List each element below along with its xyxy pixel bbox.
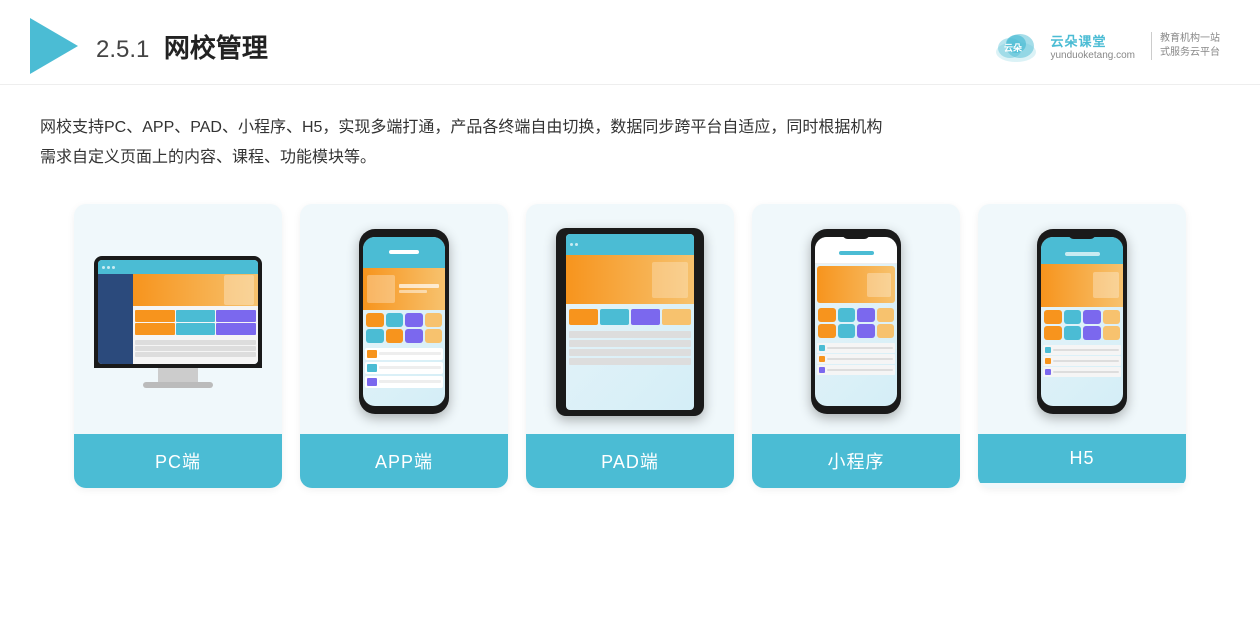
phone-mockup-mp (811, 229, 901, 414)
card-pc-image (74, 204, 282, 434)
phone-mockup-h5 (1037, 229, 1127, 414)
svg-text:云朵: 云朵 (1004, 43, 1023, 53)
card-pad-image (526, 204, 734, 434)
brand-text: 云朵课堂 yunduoketang.com (1050, 31, 1135, 61)
tablet-mockup (556, 228, 704, 416)
card-miniprogram-image (752, 204, 960, 434)
logo-triangle-icon (30, 18, 78, 74)
page-header: 2.5.1 网校管理 云朵 云朵课堂 yunduoketang.com 教育机构… (0, 0, 1260, 85)
card-app-label: APP端 (300, 434, 508, 488)
card-h5: H5 (978, 204, 1186, 488)
card-pc: PC端 (74, 204, 282, 488)
card-app-image (300, 204, 508, 434)
card-h5-label: H5 (978, 434, 1186, 483)
card-miniprogram: 小程序 (752, 204, 960, 488)
card-app: APP端 (300, 204, 508, 488)
phone-mockup-app (359, 229, 449, 414)
brand-logo: 云朵 云朵课堂 yunduoketang.com 教育机构一站式服务云平台 (990, 26, 1220, 66)
description: 网校支持PC、APP、PAD、小程序、H5，实现多端打通，产品各终端自由切换，数… (0, 85, 1260, 194)
cards-container: PC端 (0, 194, 1260, 508)
card-pad-label: PAD端 (526, 434, 734, 488)
card-pc-label: PC端 (74, 434, 282, 488)
card-pad: PAD端 (526, 204, 734, 488)
header-left: 2.5.1 网校管理 (30, 18, 268, 74)
card-h5-image (978, 204, 1186, 434)
monitor-mockup (94, 256, 262, 388)
brand-slogan: 教育机构一站式服务云平台 (1151, 32, 1220, 60)
card-miniprogram-label: 小程序 (752, 434, 960, 488)
page-title: 2.5.1 网校管理 (96, 28, 268, 65)
cloud-icon: 云朵 (990, 26, 1042, 66)
